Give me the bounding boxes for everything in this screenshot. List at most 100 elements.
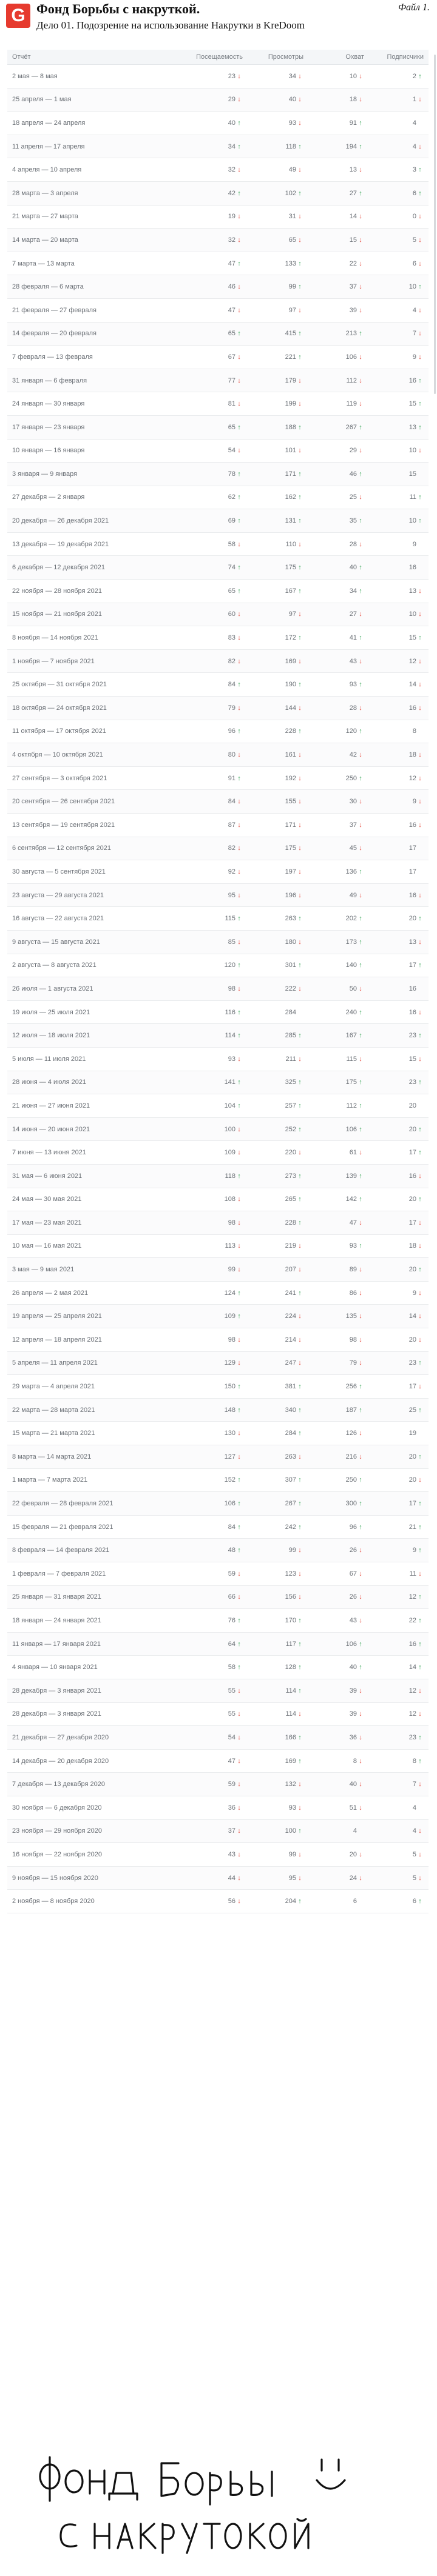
column-header-reach[interactable]: Охват [303, 53, 364, 61]
table-row[interactable]: 18 января — 24 января 2021 76 ↑ 170 ↑ 43 ↓ 22 ↑ [7, 1609, 429, 1633]
table-row[interactable]: 13 декабря — 19 декабря 2021 58 ↓ 110 ↓ 28 ↓ 9 [7, 533, 429, 557]
views-cell: 207 ↓ [243, 1266, 303, 1273]
column-header-subscribers[interactable]: Подписчики [364, 53, 429, 61]
table-row[interactable]: 2 ноября — 8 ноября 2020 56 ↓ 204 ↑ 6 6 ↑ [7, 1890, 429, 1913]
table-row[interactable]: 9 ноября — 15 ноября 2020 44 ↓ 95 ↓ 24 ↓ 5 ↓ [7, 1866, 429, 1890]
column-header-visits[interactable]: Посещаемость [188, 53, 243, 61]
table-row[interactable]: 1 февраля — 7 февраля 2021 59 ↓ 123 ↓ 67 ↓ 11 ↓ [7, 1562, 429, 1586]
table-row[interactable]: 12 апреля — 18 апреля 2021 98 ↓ 214 ↓ 98 ↓ 20 ↓ [7, 1328, 429, 1352]
table-row[interactable]: 15 марта — 21 марта 2021 130 ↓ 284 ↑ 126 ↓ 19 [7, 1422, 429, 1446]
table-row[interactable]: 26 июля — 1 августа 2021 98 ↓ 222 ↓ 50 ↓ 16 [7, 977, 429, 1001]
scrollbar[interactable] [434, 55, 436, 394]
table-row[interactable]: 8 марта — 14 марта 2021 127 ↓ 263 ↓ 216 ↓ 20 ↑ [7, 1445, 429, 1469]
table-row[interactable]: 14 декабря — 20 декабря 2020 47 ↓ 169 ↑ 8 ↓ 8 ↑ [7, 1750, 429, 1773]
table-row[interactable]: 11 апреля — 17 апреля 34 ↑ 118 ↑ 194 ↑ 4 ↓ [7, 135, 429, 159]
table-row[interactable]: 3 января — 9 января 78 ↑ 171 ↑ 46 ↑ 15 [7, 463, 429, 486]
table-row[interactable]: 24 января — 30 января 81 ↓ 199 ↓ 119 ↓ 15 ↑ [7, 392, 429, 416]
table-row[interactable]: 4 октября — 10 октября 2021 80 ↓ 161 ↓ 42 ↓ 18 ↓ [7, 743, 429, 767]
table-row[interactable]: 15 февраля — 21 февраля 2021 84 ↑ 242 ↑ 96 ↑ 21… [7, 1516, 429, 1539]
table-row[interactable]: 28 февраля — 6 марта 46 ↓ 99 ↑ 37 ↓ 10 ↑ [7, 275, 429, 299]
table-row[interactable]: 15 ноября — 21 ноября 2021 60 ↓ 97 ↓ 27 ↓ 10 ↓ [7, 603, 429, 627]
period-cell: 11 октября — 17 октября 2021 [7, 728, 188, 735]
table-row[interactable]: 6 декабря — 12 декабря 2021 74 ↑ 175 ↑ 40 ↑ 16 [7, 556, 429, 580]
table-row[interactable]: 18 октября — 24 октября 2021 79 ↓ 144 ↓ 28 ↓ 16… [7, 697, 429, 720]
table-row[interactable]: 25 октября — 31 октября 2021 84 ↑ 190 ↑ 93 ↑ 14… [7, 673, 429, 697]
table-row[interactable]: 17 мая — 23 мая 2021 98 ↓ 228 ↑ 47 ↓ 17 ↓ [7, 1211, 429, 1235]
table-row[interactable]: 30 августа — 5 сентября 2021 92 ↓ 197 ↓ 136 ↑ 1… [7, 860, 429, 884]
views-cell: 228 ↑ [243, 728, 303, 735]
table-row[interactable]: 22 ноября — 28 ноября 2021 65 ↑ 167 ↑ 34 ↑ 13 ↓ [7, 580, 429, 603]
table-row[interactable]: 30 ноября — 6 декабря 2020 36 ↓ 93 ↓ 51 ↓ 4 [7, 1796, 429, 1820]
table-row[interactable]: 10 января — 16 января 54 ↓ 101 ↓ 29 ↓ 10 ↓ [7, 440, 429, 463]
table-row[interactable]: 17 января — 23 января 65 ↑ 188 ↑ 267 ↑ 13 ↑ [7, 415, 429, 440]
table-row[interactable]: 23 ноября — 29 ноября 2020 37 ↓ 100 ↑ 4 4 ↓ [7, 1819, 429, 1844]
table-row[interactable]: 20 декабря — 26 декабря 2021 69 ↑ 131 ↑ 35 ↑ 10… [7, 509, 429, 533]
table-row[interactable]: 21 февраля — 27 февраля 47 ↓ 97 ↓ 39 ↓ 4 ↓ [7, 299, 429, 323]
table-row[interactable]: 6 сентября — 12 сентября 2021 82 ↓ 175 ↓ 45 ↓ 1… [7, 837, 429, 861]
arrow-down-icon: ↓ [359, 1289, 362, 1297]
table-row[interactable]: 25 января — 31 января 2021 66 ↓ 156 ↓ 26 ↓ 12 ↑ [7, 1585, 429, 1610]
table-row[interactable]: 16 ноября — 22 ноября 2020 43 ↓ 99 ↓ 20 ↓ 5 ↓ [7, 1843, 429, 1867]
table-row[interactable]: 31 мая — 6 июня 2021 118 ↑ 273 ↑ 139 ↑ 16 ↓ [7, 1164, 429, 1188]
table-row[interactable]: 21 марта — 27 марта 19 ↓ 31 ↓ 14 ↓ 0 ↓ [7, 206, 429, 229]
table-row[interactable]: 22 марта — 28 марта 2021 148 ↑ 340 ↑ 187 ↑ 25 ↑ [7, 1398, 429, 1422]
table-row[interactable]: 1 марта — 7 марта 2021 152 ↑ 307 ↑ 250 ↑ 20 ↓ [7, 1469, 429, 1493]
views-cell: 222 ↓ [243, 985, 303, 992]
table-row[interactable]: 16 августа — 22 августа 2021 115 ↑ 263 ↑ 202 ↑… [7, 907, 429, 931]
table-row[interactable]: 29 марта — 4 апреля 2021 150 ↑ 381 ↑ 256 ↑ 17 ↓ [7, 1375, 429, 1399]
table-row[interactable]: 27 декабря — 2 января 62 ↑ 162 ↑ 25 ↓ 11 ↑ [7, 486, 429, 510]
table-row[interactable]: 4 апреля — 10 апреля 32 ↓ 49 ↓ 13 ↓ 3 ↑ [7, 158, 429, 182]
table-row[interactable]: 4 января — 10 января 2021 58 ↑ 128 ↑ 40 ↑ 14 ↑ [7, 1656, 429, 1679]
table-row[interactable]: 11 октября — 17 октября 2021 96 ↑ 228 ↑ 120 ↑ 8 [7, 720, 429, 744]
table-row[interactable]: 7 марта — 13 марта 47 ↑ 133 ↑ 22 ↓ 6 ↓ [7, 252, 429, 276]
table-row[interactable]: 28 декабря — 3 января 2021 55 ↓ 114 ↑ 39 ↓ 12 ↓ [7, 1679, 429, 1703]
table-row[interactable]: 13 сентября — 19 сентября 2021 87 ↓ 171 ↓ 37 ↓… [7, 814, 429, 837]
table-row[interactable]: 21 декабря — 27 декабря 2020 54 ↓ 166 ↑ 36 ↓ 23… [7, 1726, 429, 1750]
reach-cell-value: 173 [345, 938, 357, 946]
table-row[interactable]: 25 апреля — 1 мая 29 ↓ 40 ↓ 18 ↓ 1 ↓ [7, 88, 429, 112]
table-row[interactable]: 19 апреля — 25 апреля 2021 109 ↑ 224 ↓ 135 ↓ 14… [7, 1305, 429, 1329]
table-row[interactable]: 3 мая — 9 мая 2021 99 ↓ 207 ↓ 89 ↓ 20 ↑ [7, 1258, 429, 1282]
table-row[interactable]: 2 мая — 8 мая 23 ↓ 34 ↓ 10 ↓ 2 ↑ [7, 65, 429, 89]
visits-cell-value: 37 [228, 1827, 235, 1835]
table-row[interactable]: 2 августа — 8 августа 2021 120 ↑ 301 ↑ 140 ↑ 17… [7, 954, 429, 978]
table-row[interactable]: 28 марта — 3 апреля 42 ↑ 102 ↑ 27 ↑ 6 ↑ [7, 181, 429, 206]
arrow-down-icon: ↓ [359, 1219, 362, 1226]
table-row[interactable]: 31 января — 6 февраля 77 ↓ 179 ↓ 112 ↓ 16 ↑ [7, 369, 429, 393]
arrow-up-icon: ↑ [418, 1453, 422, 1460]
table-row[interactable]: 7 июня — 13 июня 2021 109 ↓ 220 ↓ 61 ↓ 17 ↑ [7, 1141, 429, 1165]
table-row[interactable]: 7 февраля — 13 февраля 67 ↓ 221 ↑ 106 ↓ 9 ↓ [7, 346, 429, 369]
visits-cell: 78 ↑ [188, 470, 243, 478]
table-row[interactable]: 7 декабря — 13 декабря 2020 59 ↓ 132 ↓ 40 ↓ 7 ↓ [7, 1773, 429, 1796]
arrow-down-icon: ↓ [359, 821, 362, 829]
table-body: 2 мая — 8 мая 23 ↓ 34 ↓ 10 ↓ 2 ↑ 25 апреля — 1 ма… [7, 65, 429, 1913]
table-row[interactable]: 8 ноября — 14 ноября 2021 83 ↓ 172 ↑ 41 ↑ 15 ↑ [7, 626, 429, 650]
table-row[interactable]: 11 января — 17 января 2021 64 ↑ 117 ↑ 106 ↑ 16 ↑ [7, 1632, 429, 1656]
column-header-period[interactable]: Отчёт [7, 53, 188, 61]
table-row[interactable]: 28 июня — 4 июля 2021 141 ↑ 325 ↑ 175 ↑ 23 ↑ [7, 1071, 429, 1095]
table-row[interactable]: 26 апреля — 2 мая 2021 124 ↑ 241 ↑ 86 ↓ 9 ↓ [7, 1282, 429, 1305]
table-row[interactable]: 27 сентября — 3 октября 2021 91 ↑ 192 ↓ 250 ↑ 1… [7, 767, 429, 791]
table-row[interactable]: 14 июня — 20 июня 2021 100 ↓ 252 ↑ 106 ↑ 20 ↑ [7, 1117, 429, 1142]
table-row[interactable]: 24 мая — 30 мая 2021 108 ↓ 265 ↑ 142 ↑ 20 ↑ [7, 1188, 429, 1212]
reach-cell: 8 ↓ [303, 1758, 364, 1765]
table-row[interactable]: 19 июля — 25 июля 2021 116 ↑ 284 240 ↑ 16 ↓ [7, 1001, 429, 1025]
table-row[interactable]: 28 декабря — 3 января 2021 55 ↓ 114 ↓ 39 ↓ 12 ↓ [7, 1703, 429, 1727]
table-row[interactable]: 5 апреля — 11 апреля 2021 129 ↓ 247 ↓ 79 ↓ 23 ↑ [7, 1351, 429, 1376]
table-row[interactable]: 12 июля — 18 июля 2021 114 ↑ 285 ↑ 167 ↑ 23 ↑ [7, 1024, 429, 1048]
table-row[interactable]: 8 февраля — 14 февраля 2021 48 ↑ 99 ↓ 26 ↓ 9 ↑ [7, 1539, 429, 1562]
table-row[interactable]: 10 мая — 16 мая 2021 113 ↓ 219 ↓ 93 ↑ 18 ↓ [7, 1235, 429, 1259]
table-row[interactable]: 9 августа — 15 августа 2021 85 ↓ 180 ↓ 173 ↑ 13… [7, 930, 429, 954]
table-row[interactable]: 23 августа — 29 августа 2021 95 ↓ 196 ↓ 49 ↓ 16… [7, 883, 429, 908]
table-row[interactable]: 14 марта — 20 марта 32 ↓ 65 ↓ 15 ↓ 5 ↓ [7, 229, 429, 252]
table-row[interactable]: 1 ноября — 7 ноября 2021 82 ↓ 169 ↓ 43 ↓ 12 ↓ [7, 649, 429, 674]
table-row[interactable]: 14 февраля — 20 февраля 65 ↑ 415 ↑ 213 ↑ 7 ↓ [7, 322, 429, 346]
visits-cell: 79 ↓ [188, 704, 243, 712]
table-row[interactable]: 22 февраля — 28 февраля 2021 106 ↑ 267 ↑ 300 ↑… [7, 1492, 429, 1516]
table-row[interactable]: 20 сентября — 26 сентября 2021 84 ↓ 155 ↓ 30 ↓… [7, 790, 429, 814]
table-row[interactable]: 21 июня — 27 июня 2021 104 ↑ 257 ↑ 112 ↑ 20 [7, 1094, 429, 1118]
table-row[interactable]: 5 июля — 11 июля 2021 93 ↓ 211 ↓ 115 ↓ 15 ↓ [7, 1048, 429, 1071]
arrow-up-icon: ↑ [298, 1500, 302, 1508]
column-header-views[interactable]: Просмотры [243, 53, 303, 61]
table-row[interactable]: 18 апреля — 24 апреля 40 ↑ 93 ↓ 91 ↑ 4 [7, 112, 429, 135]
